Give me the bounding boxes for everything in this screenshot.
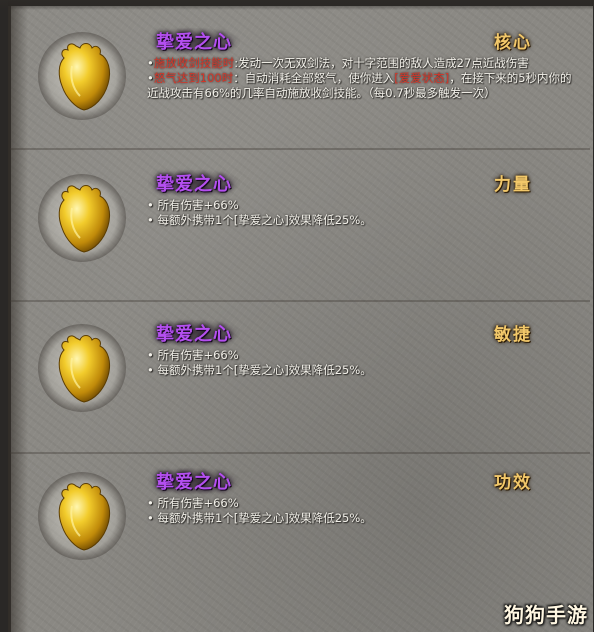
description-line: •怒气达到100时：自动消耗全部怒气，使你进入[爱爱状态]，在接下来的5秒内你的… (147, 71, 572, 100)
golden-heart-icon (58, 335, 111, 403)
item-icon-frame (38, 174, 126, 262)
item-name: 挚爱之心 (148, 320, 240, 346)
item-description: • 所有伤害+66% • 每额外携带1个[挚爱之心]效果降低25%。 (147, 496, 572, 526)
item-description: •施放收剑技能时:发动一次无双剑法，对十字范围的敌人造成27点近战伤害 •怒气达… (147, 56, 572, 101)
item-card-core[interactable]: 挚爱之心 核心 •施放收剑技能时:发动一次无双剑法，对十字范围的敌人造成27点近… (20, 26, 580, 166)
item-icon-frame (38, 472, 126, 560)
watermark-logo: 狗狗手游 (504, 603, 588, 627)
description-line: • 每额外携带1个[挚爱之心]效果降低25%。 (147, 511, 372, 525)
item-description: • 所有伤害+66% • 每额外携带1个[挚爱之心]效果降低25%。 (147, 348, 572, 378)
golden-heart-icon (58, 43, 111, 111)
description-line: • 所有伤害+66% (147, 198, 239, 212)
panel-top-edge (0, 0, 594, 10)
description-line: • 所有伤害+66% (147, 496, 239, 510)
item-icon-frame (38, 324, 126, 412)
item-type-label: 功效 (494, 473, 532, 493)
status-keyword: [爱爱状态] (394, 71, 450, 85)
item-name: 挚爱之心 (148, 170, 240, 196)
trigger-keyword: 怒气达到100时 (153, 71, 234, 85)
item-name: 挚爱之心 (148, 28, 240, 54)
item-type-label: 力量 (494, 175, 532, 195)
description-line: • 每额外携带1个[挚爱之心]效果降低25%。 (147, 363, 372, 377)
description-line: • 所有伤害+66% (147, 348, 239, 362)
item-description: • 所有伤害+66% • 每额外携带1个[挚爱之心]效果降低25%。 (147, 198, 572, 228)
item-icon-frame (38, 32, 126, 120)
golden-heart-icon (58, 483, 111, 551)
item-card-strength[interactable]: 挚爱之心 力量 • 所有伤害+66% • 每额外携带1个[挚爱之心]效果降低25… (20, 168, 580, 308)
description-line: • 每额外携带1个[挚爱之心]效果降低25%。 (147, 213, 372, 227)
item-name: 挚爱之心 (148, 468, 240, 494)
item-card-efficacy[interactable]: 挚爱之心 功效 • 所有伤害+66% • 每额外携带1个[挚爱之心]效果降低25… (20, 466, 580, 606)
trigger-keyword: 施放收剑技能时 (153, 56, 235, 70)
golden-heart-icon (58, 185, 111, 253)
item-card-agility[interactable]: 挚爱之心 敏捷 • 所有伤害+66% • 每额外携带1个[挚爱之心]效果降低25… (20, 318, 580, 458)
description-line: •施放收剑技能时:发动一次无双剑法，对十字范围的敌人造成27点近战伤害 (147, 56, 529, 70)
item-type-label: 核心 (494, 33, 532, 53)
item-type-label: 敏捷 (494, 325, 532, 345)
